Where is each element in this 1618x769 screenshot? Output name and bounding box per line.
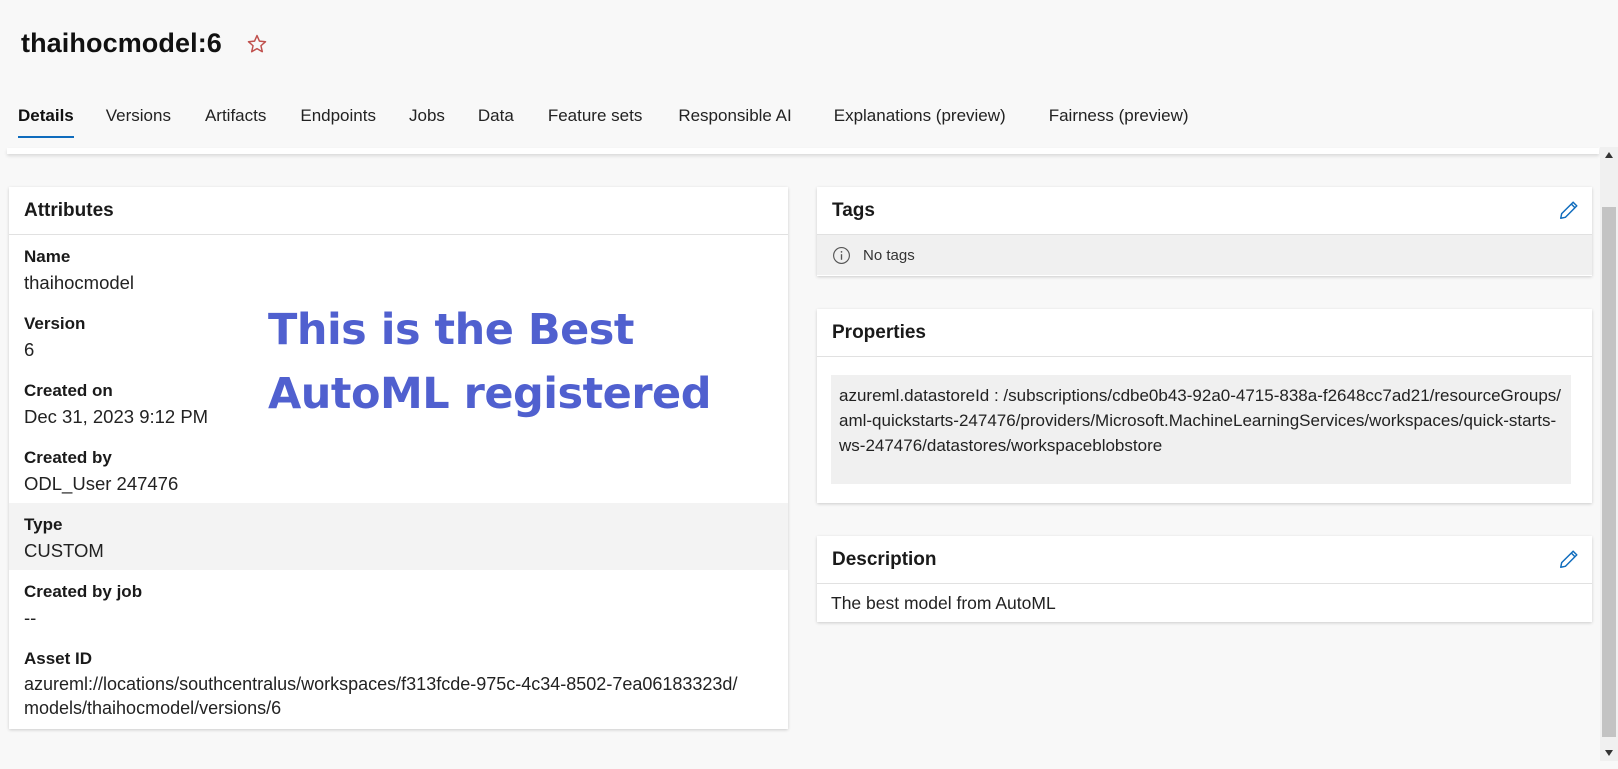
no-tags-text: No tags bbox=[863, 246, 915, 264]
tags-empty-state: No tags bbox=[817, 235, 1592, 275]
edit-description-pencil-icon[interactable] bbox=[1558, 548, 1580, 570]
favorite-star-icon[interactable] bbox=[244, 31, 270, 57]
tab-label: Explanations (preview) bbox=[833, 106, 1006, 125]
tab-label: Endpoints bbox=[300, 106, 376, 125]
tags-card: Tags No tags bbox=[817, 187, 1592, 276]
attr-name: Name thaihocmodel bbox=[9, 235, 788, 302]
attr-created-by-job: Created by job -- bbox=[9, 570, 788, 637]
tab-label: Feature sets bbox=[547, 106, 643, 125]
scroll-up-arrow-icon[interactable] bbox=[1600, 147, 1618, 163]
tab-label: Details bbox=[18, 106, 74, 125]
vertical-scrollbar[interactable] bbox=[1600, 147, 1618, 761]
attr-value: CUSTOM bbox=[24, 540, 104, 561]
tags-header: Tags bbox=[817, 187, 1592, 235]
scroll-thumb[interactable] bbox=[1602, 207, 1616, 737]
info-icon bbox=[833, 246, 850, 264]
attr-created-by: Created by ODL_User 247476 bbox=[9, 436, 788, 503]
tab-label: Responsible AI bbox=[678, 106, 792, 125]
tab-label: Fairness (preview) bbox=[1048, 106, 1189, 125]
attr-type: Type CUSTOM bbox=[9, 503, 788, 570]
properties-header: Properties bbox=[817, 309, 1592, 357]
attr-label: Asset ID bbox=[24, 649, 93, 668]
description-card: Description The best model from AutoML bbox=[817, 536, 1592, 622]
attributes-header: Attributes bbox=[9, 187, 788, 235]
description-text: The best model from AutoML bbox=[831, 593, 1056, 613]
properties-card: Properties azureml.datastoreId : /subscr… bbox=[817, 309, 1592, 503]
tab-artifacts[interactable]: Artifacts bbox=[171, 96, 266, 142]
tab-details[interactable]: Details bbox=[0, 96, 74, 142]
tab-versions[interactable]: Versions bbox=[74, 96, 171, 142]
tab-label: Jobs bbox=[408, 106, 445, 125]
header-divider bbox=[7, 148, 1599, 154]
attr-value: thaihocmodel bbox=[24, 272, 135, 293]
tab-label: Versions bbox=[105, 106, 171, 125]
overlay-annotation: This is the Best AutoML registered bbox=[268, 305, 712, 419]
attr-label: Created by job bbox=[24, 582, 143, 601]
property-datastore-id: azureml.datastoreId : /subscriptions/cdb… bbox=[831, 375, 1571, 484]
description-title: Description bbox=[832, 548, 937, 570]
tab-data[interactable]: Data bbox=[445, 96, 514, 142]
attr-label: Name bbox=[24, 247, 71, 266]
description-header: Description bbox=[817, 536, 1592, 584]
title-row: thaihocmodel:6 bbox=[21, 28, 270, 59]
tab-endpoints[interactable]: Endpoints bbox=[266, 96, 376, 142]
tab-responsible-ai[interactable]: Responsible AI bbox=[642, 96, 791, 142]
tab-label: Data bbox=[477, 106, 514, 125]
tab-label: Artifacts bbox=[204, 106, 267, 125]
tab-explanations[interactable]: Explanations (preview) bbox=[792, 96, 1006, 142]
tab-jobs[interactable]: Jobs bbox=[376, 96, 445, 142]
attr-value: azureml://locations/southcentralus/works… bbox=[24, 674, 738, 718]
page-header: thaihocmodel:6 Details Versions Artifact… bbox=[0, 0, 1618, 154]
attr-asset-id: Asset ID azureml://locations/southcentra… bbox=[9, 637, 788, 720]
tab-bar: Details Versions Artifacts Endpoints Job… bbox=[0, 96, 1189, 142]
attributes-card: Attributes Name thaihocmodel Version 6 C… bbox=[9, 187, 788, 729]
tags-title: Tags bbox=[832, 199, 875, 221]
tab-fairness[interactable]: Fairness (preview) bbox=[1006, 96, 1189, 142]
attr-value: -- bbox=[24, 607, 37, 628]
attr-value: ODL_User 247476 bbox=[24, 473, 179, 494]
scroll-down-arrow-icon[interactable] bbox=[1600, 745, 1618, 761]
tab-feature-sets[interactable]: Feature sets bbox=[514, 96, 643, 142]
edit-tags-pencil-icon[interactable] bbox=[1558, 199, 1580, 221]
attr-label: Type bbox=[24, 515, 63, 534]
page-title: thaihocmodel:6 bbox=[21, 28, 222, 58]
attr-label: Created by bbox=[24, 448, 112, 467]
